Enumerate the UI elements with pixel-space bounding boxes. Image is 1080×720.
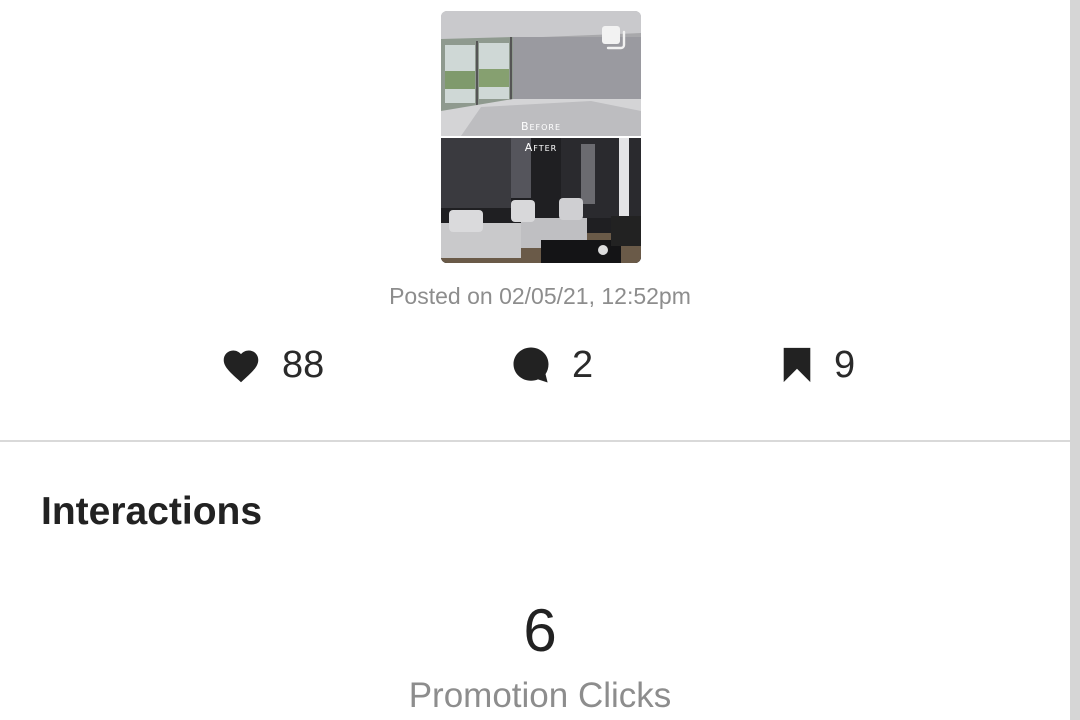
posted-timestamp: Posted on 02/05/21, 12:52pm bbox=[389, 283, 691, 309]
before-image: Before bbox=[441, 11, 641, 136]
saves-stat[interactable]: 9 bbox=[780, 340, 855, 390]
comments-stat[interactable]: 2 bbox=[510, 340, 593, 390]
comment-icon bbox=[513, 347, 549, 383]
bookmark-icon bbox=[783, 347, 811, 383]
likes-count: 88 bbox=[282, 343, 325, 386]
section-divider bbox=[0, 440, 1070, 442]
heart-icon bbox=[223, 350, 259, 383]
after-room-drawing bbox=[441, 138, 641, 263]
saves-count: 9 bbox=[834, 343, 856, 386]
interactions-title: Interactions bbox=[41, 490, 263, 533]
likes-stat[interactable]: 88 bbox=[220, 340, 324, 390]
promotion-clicks-label: Promotion Clicks bbox=[408, 676, 672, 715]
post-thumbnail[interactable]: Before After bbox=[441, 11, 641, 263]
promotion-clicks-value: 6 bbox=[523, 597, 557, 664]
after-caption: After bbox=[524, 141, 558, 154]
after-image: After bbox=[441, 138, 641, 263]
post-insights-screen: Before After Posted on 02/05/21, 12:52pm… bbox=[0, 0, 1080, 720]
multiple-images-icon bbox=[602, 26, 626, 50]
comments-count: 2 bbox=[572, 343, 594, 386]
scrollbar[interactable] bbox=[1070, 0, 1080, 720]
before-caption: Before bbox=[520, 120, 562, 133]
